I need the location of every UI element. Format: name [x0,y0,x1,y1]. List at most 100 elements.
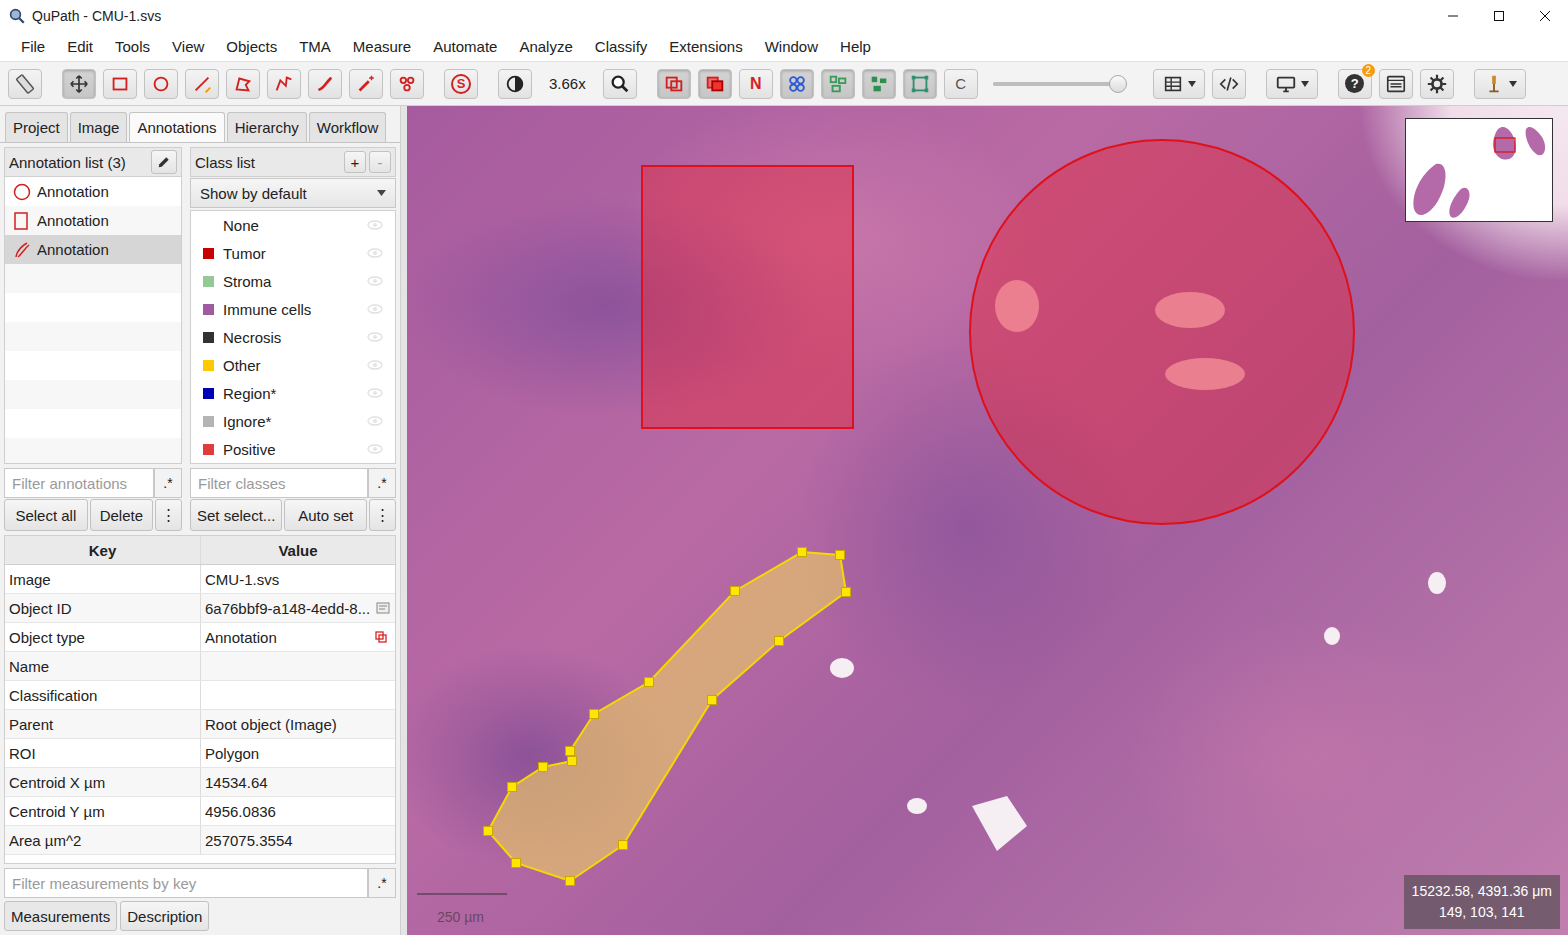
extensions-button[interactable] [1474,69,1526,99]
filter-field[interactable] [4,868,368,898]
pixel-classification-button[interactable] [903,69,937,99]
menu-item[interactable]: Objects [215,34,288,59]
panel-tab[interactable]: Annotations [129,112,224,142]
menu-item[interactable]: Tools [104,34,161,59]
image-viewer[interactable]: 250 µm15232.58, 4391.36 μm149, 103, 141 [407,106,1568,935]
annotation-row[interactable]: Annotation [5,206,181,235]
ellipse-button[interactable] [144,69,178,99]
panel-tab[interactable]: Image [70,112,128,142]
show-annotations-button[interactable] [657,69,691,99]
action-button[interactable]: Auto set [284,499,367,531]
class-row[interactable]: Region* [191,379,395,407]
action-button[interactable]: Set select... [190,499,282,531]
value-cell: CMU-1.svs [200,565,395,593]
detections-button[interactable] [821,69,855,99]
menu-item[interactable]: Extensions [658,34,753,59]
regex-toggle[interactable]: .* [154,468,182,498]
menu-item[interactable]: Analyze [508,34,583,59]
display-button[interactable] [1266,69,1318,99]
more-button[interactable]: ⋮ [369,499,396,531]
ruler-button[interactable] [8,69,42,99]
menu-item[interactable]: Edit [56,34,104,59]
regex-toggle[interactable]: .* [368,868,396,898]
menu-item[interactable]: Window [754,34,829,59]
settings-button[interactable] [1420,69,1454,99]
help-button[interactable]: ?2 [1338,69,1372,99]
class-row[interactable]: Positive [191,435,395,463]
class-row[interactable]: Immune cells [191,295,395,323]
visibility-eye-icon[interactable] [367,247,383,259]
edit-button[interactable] [151,150,177,174]
visibility-eye-icon[interactable] [367,303,383,315]
zoom-fit-button[interactable] [603,69,637,99]
filter-field[interactable] [4,468,154,498]
panel-tab[interactable]: Hierarchy [227,112,307,142]
menu-item[interactable]: File [10,34,56,59]
line-button[interactable] [185,69,219,99]
class-row[interactable]: None [191,211,395,239]
polyline-button[interactable] [267,69,301,99]
visibility-eye-icon[interactable] [367,359,383,371]
tma-grid-button[interactable] [780,69,814,99]
overview-thumbnail[interactable] [1405,118,1553,222]
filter-field[interactable] [190,468,368,498]
bottom-tab[interactable]: Measurements [4,901,117,931]
menu-item[interactable]: TMA [288,34,342,59]
visibility-eye-icon[interactable] [367,415,383,427]
rectangle-annotation[interactable] [642,166,853,428]
class-display-dropdown[interactable]: Show by default [190,178,396,208]
menu-item[interactable]: Automate [422,34,508,59]
action-button[interactable]: Delete [90,499,153,531]
visibility-eye-icon[interactable] [367,275,383,287]
column-header: Key [5,536,200,564]
regex-toggle[interactable]: .* [368,468,396,498]
minimize-button[interactable] [1430,0,1476,32]
opacity-slider[interactable] [993,74,1125,94]
selection-mode-button[interactable]: S [444,69,478,99]
bottom-tab[interactable]: Description [120,901,209,931]
annotation-row[interactable]: Annotation [5,177,181,206]
visibility-eye-icon[interactable] [367,443,383,455]
visibility-eye-icon[interactable] [367,219,383,231]
panel-tab[interactable]: Project [5,112,68,142]
class-row[interactable]: Ignore* [191,407,395,435]
panel-splitter[interactable] [400,106,407,935]
show-names-button[interactable]: N [739,69,773,99]
brush-button[interactable] [308,69,342,99]
close-button[interactable] [1522,0,1568,32]
fill-detections-button[interactable] [862,69,896,99]
class-row[interactable]: Other [191,351,395,379]
copy-id-icon[interactable] [376,602,390,614]
annotation-row[interactable]: Annotation [5,235,181,264]
add-class-button[interactable]: + [344,151,366,173]
ellipse-annotation[interactable] [970,140,1354,524]
menu-item[interactable]: Classify [584,34,659,59]
slider-thumb[interactable] [1109,75,1127,93]
menu-item[interactable]: View [161,34,215,59]
contrast-button[interactable] [498,69,532,99]
more-button[interactable]: ⋮ [155,499,182,531]
menu-item[interactable]: Measure [342,34,422,59]
wand-button[interactable] [349,69,383,99]
panel-tab[interactable]: Workflow [309,112,386,142]
points-button[interactable] [390,69,424,99]
menu-item[interactable]: Help [829,34,882,59]
table-view-button[interactable] [1153,69,1205,99]
fill-annotations-button[interactable] [698,69,732,99]
remove-class-button[interactable]: - [369,151,391,173]
convolution-button[interactable]: C [944,69,978,99]
visibility-eye-icon[interactable] [367,387,383,399]
log-button[interactable] [1379,69,1413,99]
polygon-annotation[interactable] [488,552,846,881]
maximize-button[interactable] [1476,0,1522,32]
action-button[interactable]: Select all [4,499,88,531]
class-row[interactable]: Tumor [191,239,395,267]
rectangle-button[interactable] [103,69,137,99]
move-button[interactable] [62,69,96,99]
empty-row [5,380,181,409]
class-row[interactable]: Necrosis [191,323,395,351]
class-row[interactable]: Stroma [191,267,395,295]
polygon-button[interactable] [226,69,260,99]
visibility-eye-icon[interactable] [367,331,383,343]
script-button[interactable] [1212,69,1246,99]
